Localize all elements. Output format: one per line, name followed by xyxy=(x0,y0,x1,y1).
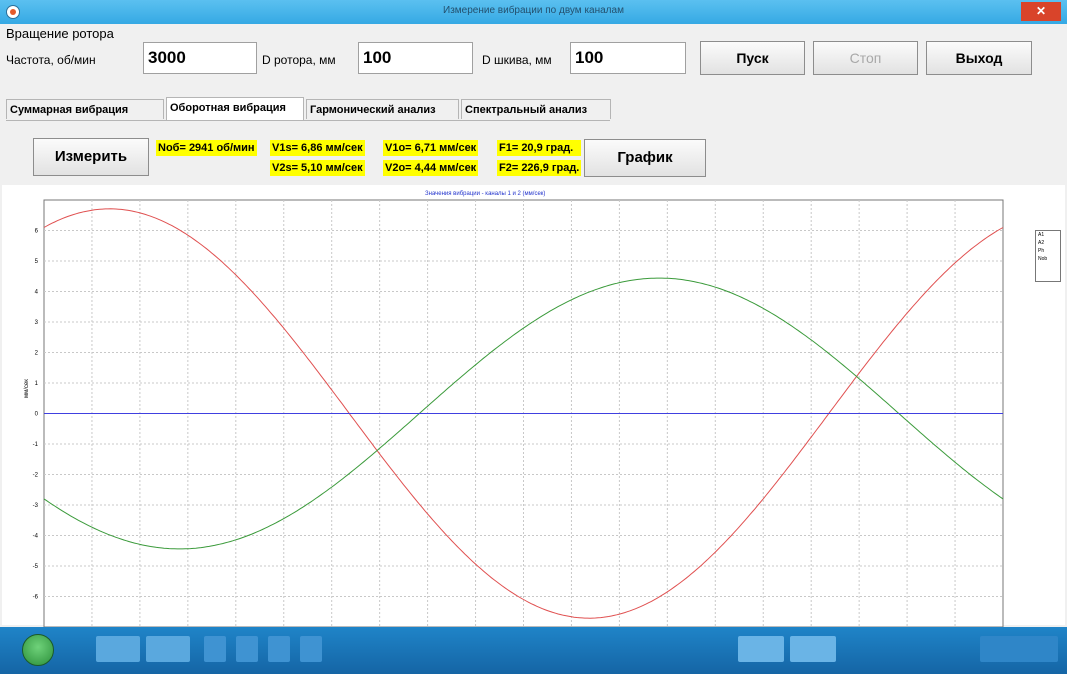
start-button[interactable] xyxy=(22,634,54,666)
title-bar: Измерение вибрации по двум каналам ✕ xyxy=(0,0,1067,24)
tab-rotational-vibration[interactable]: Оборотная вибрация xyxy=(166,97,304,120)
pulley-diameter-label: D шкива, мм xyxy=(482,53,552,67)
tab-divider xyxy=(6,120,610,121)
pulley-diameter-input[interactable] xyxy=(570,42,686,74)
taskbar-app[interactable] xyxy=(96,636,140,662)
chart-area xyxy=(2,185,1065,625)
taskbar-app[interactable] xyxy=(300,636,322,662)
taskbar-app[interactable] xyxy=(268,636,290,662)
tab-spectral-analysis[interactable]: Спектральный анализ xyxy=(461,99,611,119)
taskbar-app[interactable] xyxy=(236,636,258,662)
taskbar-app[interactable] xyxy=(738,636,784,662)
section-label-rotor: Вращение ротора xyxy=(6,26,114,41)
legend-entry: A1 xyxy=(1038,232,1045,238)
close-button[interactable]: ✕ xyxy=(1021,2,1061,21)
readout-nob: Nоб= 2941 об/мин xyxy=(156,140,257,156)
freq-input[interactable] xyxy=(143,42,257,74)
legend-entry: A2 xyxy=(1038,240,1045,246)
readout-v1s: V1s= 6,86 мм/сек xyxy=(270,140,365,156)
readout-v2o: V2о= 4,44 мм/сек xyxy=(383,160,479,176)
taskbar-app[interactable] xyxy=(790,636,836,662)
readout-v2s: V2s= 5,10 мм/сек xyxy=(270,160,365,176)
taskbar-app[interactable] xyxy=(146,636,190,662)
start-button[interactable]: Пуск xyxy=(700,41,805,75)
tab-total-vibration[interactable]: Суммарная вибрация xyxy=(6,99,164,119)
readout-v1o: V1о= 6,71 мм/сек xyxy=(383,140,479,156)
exit-button[interactable]: Выход xyxy=(926,41,1032,75)
readout-f1: F1= 20,9 град. xyxy=(497,140,581,156)
freq-label: Частота, об/мин xyxy=(6,53,96,67)
y-axis-label: мм/сек xyxy=(24,379,30,398)
chart-legend: A1 A2 Ph Nob xyxy=(1035,230,1061,282)
legend-entry: Nob xyxy=(1038,256,1048,262)
rotor-diameter-input[interactable] xyxy=(358,42,473,74)
stop-button[interactable]: Стоп xyxy=(813,41,918,75)
tab-harmonic-analysis[interactable]: Гармонический анализ xyxy=(306,99,459,119)
legend-entry: Ph xyxy=(1038,248,1045,254)
readout-f2: F2= 226,9 град. xyxy=(497,160,581,176)
taskbar-app[interactable] xyxy=(204,636,226,662)
taskbar xyxy=(0,627,1067,674)
system-tray[interactable] xyxy=(980,636,1058,662)
window-title: Измерение вибрации по двум каналам xyxy=(443,5,624,16)
measure-button[interactable]: Измерить xyxy=(33,138,149,176)
rotor-diameter-label: D ротора, мм xyxy=(262,53,336,67)
chart-title: Значения вибрации - каналы 1 и 2 (мм/сек… xyxy=(425,191,546,197)
chart-button[interactable]: График xyxy=(584,139,706,177)
